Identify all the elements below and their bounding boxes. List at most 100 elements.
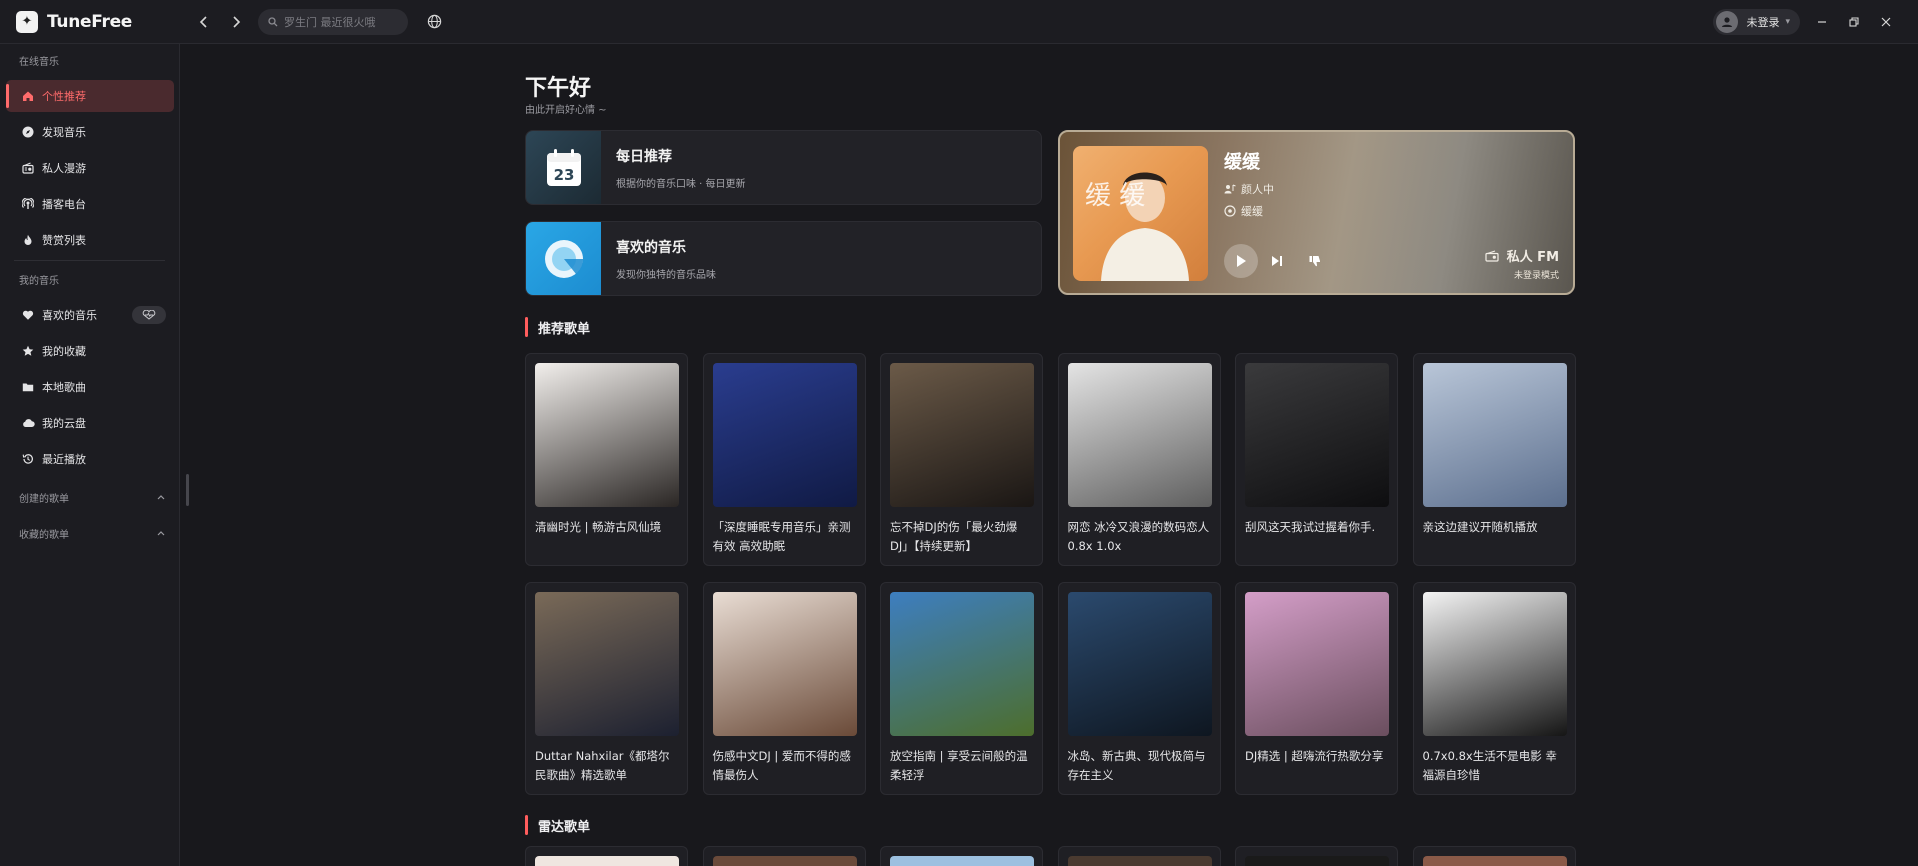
daily-recommend-subtitle: 根据你的音乐口味 · 每日更新 xyxy=(616,178,746,190)
minimize-button[interactable] xyxy=(1806,12,1838,32)
language-button[interactable] xyxy=(422,10,446,34)
sidebar-item-discover[interactable]: 发现音乐 xyxy=(6,116,174,148)
online-music-section: 在线音乐 xyxy=(19,57,59,68)
personal-fm-card[interactable]: 缓 缓 缓缓 颜人中 缓缓 私人 FM 未登录模式 xyxy=(1058,130,1575,295)
playlist-name: 「深度睡眠专用音乐」亲测有效 高效助眠 xyxy=(712,520,851,553)
playlist-card[interactable]: DJ精选 | 超嗨流行热歌分享 xyxy=(1235,582,1398,795)
sidebar-item-roaming[interactable]: 私人漫游 xyxy=(6,152,174,184)
playlist-card[interactable]: 亲这边建议开随机播放 xyxy=(1412,353,1576,566)
playlist-card[interactable]: 伤感中文DJ | 爱而不得的感情最伤人 xyxy=(702,582,866,795)
radar-section-title: 雷达歌单 xyxy=(525,815,590,835)
radar-playlist-card[interactable] xyxy=(1057,846,1221,866)
skip-next-icon xyxy=(1272,256,1282,266)
sidebar-resize-handle[interactable] xyxy=(186,474,189,506)
sidebar-item-label: 本地歌曲 xyxy=(42,381,86,394)
playlist-card[interactable]: 放空指南 | 享受云间般的温柔轻浮 xyxy=(880,582,1043,795)
playlist-name: 伤感中文DJ | 爱而不得的感情最伤人 xyxy=(712,749,851,782)
sidebar-item-history[interactable]: 最近播放 xyxy=(6,443,174,475)
recommend-section-label: 推荐歌单 xyxy=(538,321,591,337)
app-logo[interactable]: ✦ TuneFree xyxy=(16,10,186,33)
radar-playlist-card[interactable] xyxy=(525,846,688,866)
fm-play-button[interactable] xyxy=(1224,244,1258,278)
radar-playlist-card[interactable] xyxy=(1235,846,1398,866)
window-controls xyxy=(1806,12,1902,32)
playlist-name: 放空指南 | 享受云间般的温柔轻浮 xyxy=(890,749,1028,782)
calendar-icon: 23 xyxy=(546,148,581,186)
playlist-cover xyxy=(890,363,1034,507)
playlist-cover xyxy=(1245,856,1389,866)
section-accent-bar xyxy=(525,317,528,337)
recommend-section-title: 推荐歌单 xyxy=(525,317,590,337)
liked-music-title: 喜欢的音乐 xyxy=(616,239,686,256)
daily-recommend-card[interactable]: 23 每日推荐 根据你的音乐口味 · 每日更新 xyxy=(525,130,1042,205)
restore-button[interactable] xyxy=(1838,12,1870,32)
collected-playlists-label: 收藏的歌单 xyxy=(19,529,69,541)
chevron-up-icon xyxy=(157,495,165,500)
fm-brand: 私人 FM xyxy=(1485,246,1559,265)
cloud-icon xyxy=(21,416,35,430)
heartbeat-mode-button[interactable] xyxy=(132,306,166,324)
playlist-card[interactable]: 0.7x0.8x生活不是电影 幸福源自珍惜 xyxy=(1412,582,1576,795)
home-icon xyxy=(21,89,35,103)
daily-recommend-thumb: 23 xyxy=(526,131,601,204)
sidebar-item-local[interactable]: 本地歌曲 xyxy=(6,371,174,403)
app-name: TuneFree xyxy=(47,11,133,32)
liked-music-card[interactable]: 喜欢的音乐 发现你独特的音乐品味 xyxy=(525,221,1042,296)
liked-music-thumb xyxy=(526,222,601,295)
chevron-right-icon xyxy=(233,15,241,28)
heartbeat-icon xyxy=(142,310,156,320)
artist-icon xyxy=(1224,184,1236,194)
sidebar: 在线音乐 个性推荐 发现音乐 私人漫游 播客电台 赞赏列表 我的音乐 喜欢的音乐… xyxy=(0,44,180,866)
back-button[interactable] xyxy=(190,8,218,36)
compass-icon xyxy=(21,125,35,139)
minimize-icon xyxy=(1818,21,1826,23)
playlist-card[interactable]: 清幽时光 | 畅游古风仙境 xyxy=(525,353,688,566)
search-input[interactable]: 罗生门 最近很火哦 xyxy=(258,8,408,35)
sidebar-item-tips[interactable]: 赞赏列表 xyxy=(6,224,174,256)
sidebar-item-collection[interactable]: 我的收藏 xyxy=(6,335,174,367)
playlist-card[interactable]: 冰岛、新古典、现代极简与存在主义 xyxy=(1057,582,1221,795)
radar-playlist-card[interactable] xyxy=(702,846,866,866)
sidebar-item-label: 我的云盘 xyxy=(42,417,86,430)
sidebar-item-liked[interactable]: 喜欢的音乐 xyxy=(6,299,174,331)
fm-album-row[interactable]: 缓缓 xyxy=(1224,203,1263,219)
fm-brand-label: 私人 FM xyxy=(1506,250,1559,265)
playlist-cover xyxy=(535,592,679,736)
calendar-date: 23 xyxy=(553,166,574,184)
fm-next-button[interactable] xyxy=(1268,252,1286,270)
playlist-card[interactable]: 忘不掉DJ的伤「最火劲爆DJ」【持续更新】 xyxy=(880,353,1043,566)
playlist-name: 忘不掉DJ的伤「最火劲爆DJ」【持续更新】 xyxy=(890,520,1018,553)
radar-playlist-card[interactable] xyxy=(880,846,1043,866)
user-menu[interactable]: 未登录 ▾ xyxy=(1713,9,1800,35)
created-playlists-toggle[interactable]: 创建的歌单 xyxy=(0,479,179,515)
chevron-up-icon xyxy=(157,531,165,536)
flame-icon xyxy=(21,233,35,247)
sidebar-item-label: 最近播放 xyxy=(42,453,86,466)
radio-icon xyxy=(21,161,35,175)
created-playlists-label: 创建的歌单 xyxy=(19,493,69,505)
folder-icon xyxy=(21,380,35,394)
playlist-card[interactable]: 刮风这天我试过握着你手. xyxy=(1235,353,1398,566)
star-icon xyxy=(21,344,35,358)
liked-music-subtitle: 发现你独特的音乐品味 xyxy=(616,269,716,281)
playlist-card[interactable]: Duttar Nahxilar《都塔尔民歌曲》精选歌单 xyxy=(525,582,688,795)
fm-dislike-button[interactable] xyxy=(1306,252,1324,270)
sidebar-item-podcast[interactable]: 播客电台 xyxy=(6,188,174,220)
radar-playlist-card[interactable] xyxy=(1412,846,1576,866)
playlist-card[interactable]: 「深度睡眠专用音乐」亲测有效 高效助眠 xyxy=(702,353,866,566)
fm-album: 缓缓 xyxy=(1241,205,1263,218)
podcast-icon xyxy=(21,197,35,211)
playlist-cover xyxy=(1067,856,1212,866)
sidebar-item-recommend[interactable]: 个性推荐 xyxy=(6,80,174,112)
fm-artist-row[interactable]: 颜人中 xyxy=(1224,181,1274,197)
forward-button[interactable] xyxy=(222,8,250,36)
playlist-cover xyxy=(890,592,1034,736)
avatar xyxy=(1716,11,1739,33)
close-button[interactable] xyxy=(1870,12,1902,32)
fm-mode-label: 未登录模式 xyxy=(1513,271,1559,281)
search-icon xyxy=(268,16,278,26)
sidebar-item-cloud[interactable]: 我的云盘 xyxy=(6,407,174,439)
playlist-name: Duttar Nahxilar《都塔尔民歌曲》精选歌单 xyxy=(535,749,670,782)
collected-playlists-toggle[interactable]: 收藏的歌单 xyxy=(0,515,179,551)
playlist-card[interactable]: 网恋 冰冷又浪漫的数码恋人 0.8x 1.0x xyxy=(1057,353,1221,566)
